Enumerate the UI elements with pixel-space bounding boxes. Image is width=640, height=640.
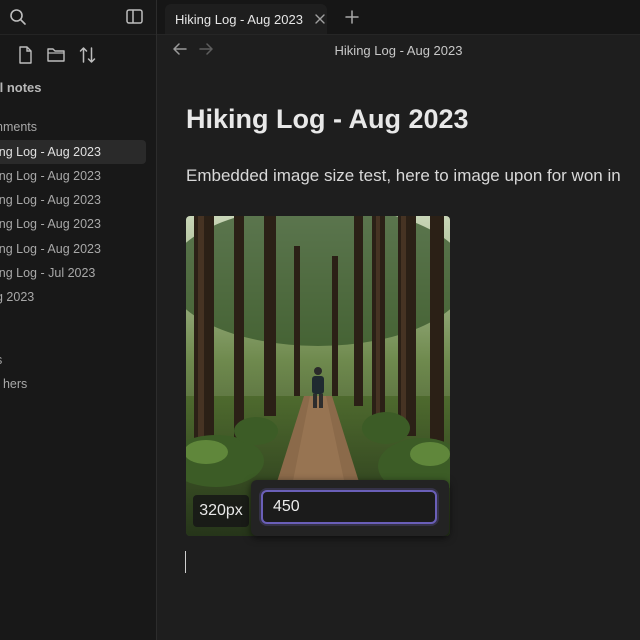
tab-bar: Hiking Log - Aug 2023	[157, 0, 640, 35]
editor-pane: Hiking Log - Aug 2023 Hiking Log - Aug 2…	[157, 0, 640, 640]
close-icon[interactable]	[315, 14, 325, 24]
note-label: ing Log - Jul 2023	[0, 266, 96, 280]
view-header-title[interactable]: Hiking Log - Aug 2023	[157, 43, 640, 58]
image-width-input[interactable]	[261, 490, 437, 524]
sidebar-note-item-active[interactable]: ing Log - Aug 2023	[0, 140, 146, 164]
note-label: ing Log - Aug 2023	[0, 242, 101, 256]
new-note-icon[interactable]	[18, 46, 33, 64]
sidebar-note-item[interactable]: g 2023	[0, 285, 146, 309]
new-folder-icon[interactable]	[47, 47, 65, 62]
note-body-text: Embedded image size test, here to image …	[186, 166, 621, 185]
folder-all-notes[interactable]: ll notes	[0, 76, 146, 100]
sidebar-note-item[interactable]: ing Log - Aug 2023	[0, 188, 146, 212]
note-label: ing Log - Aug 2023	[0, 193, 101, 207]
sidebar-note-item[interactable]: ing Log - Aug 2023	[0, 164, 146, 188]
sidebar-note-item[interactable]: ing Log - Aug 2023	[0, 212, 146, 236]
sidebar-note-item[interactable]: s	[0, 348, 146, 372]
note-title: Hiking Log - Aug 2023	[186, 104, 469, 134]
note-label: ing Log - Aug 2023	[0, 145, 101, 159]
image-size-label: 320px	[193, 495, 249, 527]
note-label: s	[0, 353, 2, 367]
plus-icon[interactable]	[345, 10, 359, 24]
file-explorer-sidebar: ll notes nments ing Log - Aug 2023 ing L…	[0, 0, 157, 640]
note-label: t hers	[0, 377, 28, 391]
view-header: Hiking Log - Aug 2023	[157, 35, 640, 65]
sidebar-note-item[interactable]: ing Log - Aug 2023	[0, 237, 146, 261]
folder-attachments[interactable]: nments	[0, 115, 146, 139]
folder-label: ll notes	[0, 80, 42, 95]
file-explorer-actions	[0, 44, 156, 68]
sidebar-toggle-icon[interactable]	[126, 9, 143, 24]
sort-icon[interactable]	[79, 46, 96, 64]
sidebar-note-item[interactable]: ing Log - Jul 2023	[0, 261, 146, 285]
tab-label: Hiking Log - Aug 2023	[175, 12, 303, 27]
note-label: ing Log - Aug 2023	[0, 169, 101, 183]
tab-hiking-log[interactable]: Hiking Log - Aug 2023	[165, 4, 327, 34]
folder-label: nments	[0, 120, 37, 134]
search-icon[interactable]	[9, 8, 27, 26]
note-label: g 2023	[0, 290, 35, 304]
sidebar-note-item[interactable]: t hers	[0, 372, 146, 396]
text-cursor	[185, 551, 186, 573]
image-resize-popover	[251, 480, 449, 536]
note-label: ing Log - Aug 2023	[0, 217, 101, 231]
sidebar-top-bar	[0, 0, 156, 35]
